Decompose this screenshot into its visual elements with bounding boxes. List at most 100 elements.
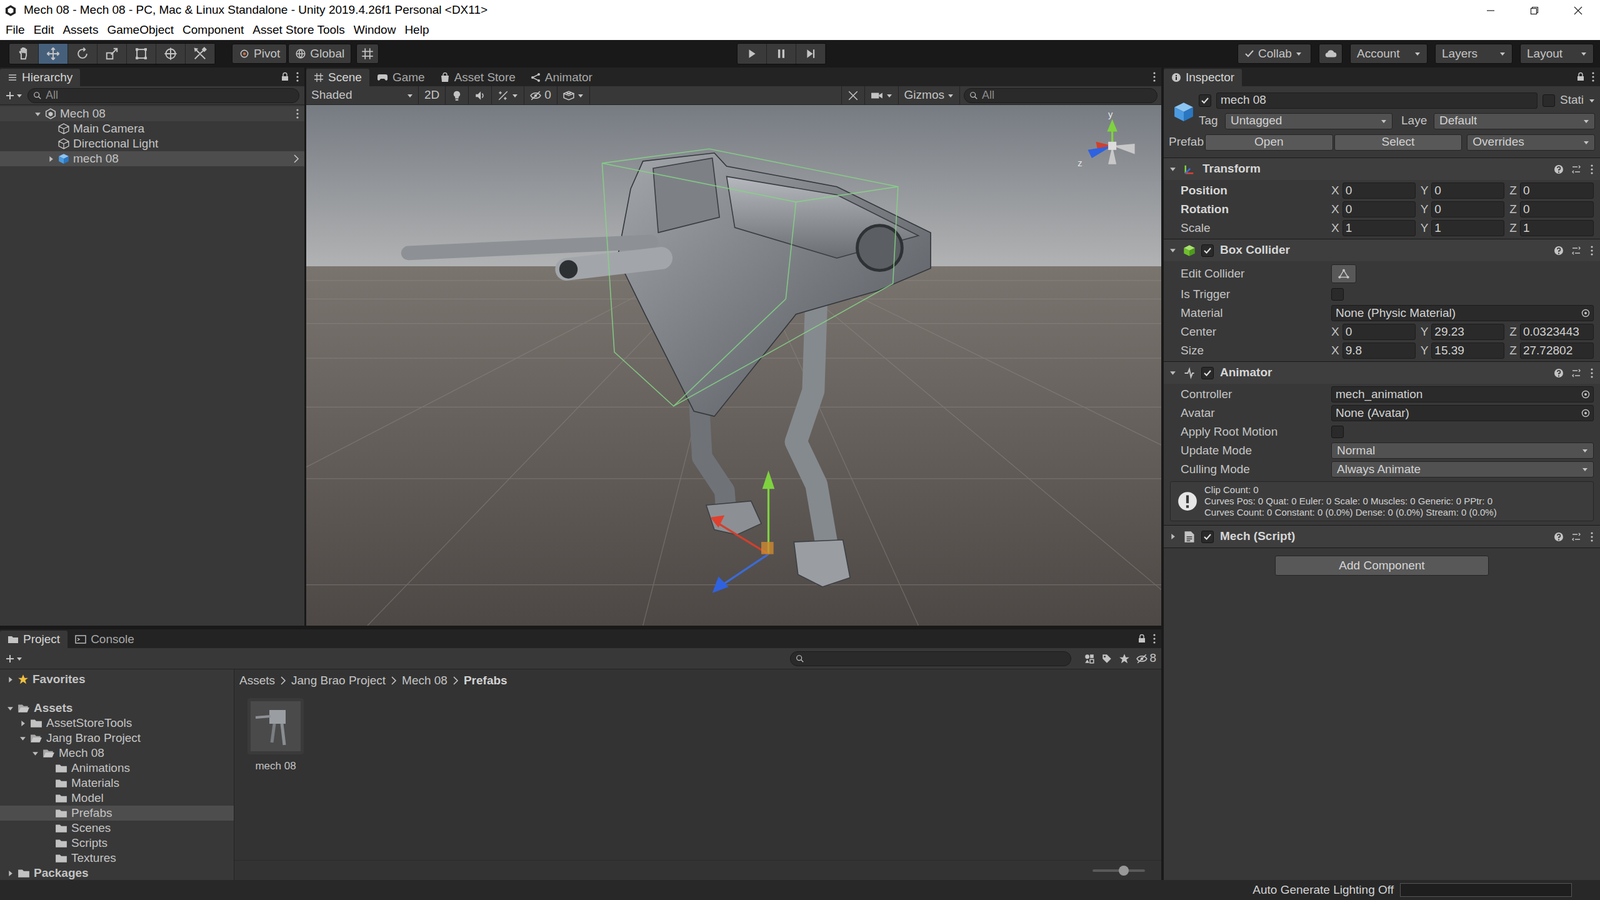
step-button[interactable] (796, 43, 826, 64)
menu-dots-icon[interactable] (1152, 633, 1157, 645)
number-field[interactable]: 27.72802 (1520, 342, 1594, 359)
panel-tab[interactable]: Scene (306, 68, 370, 87)
hidden-packages-toggle[interactable]: 8 (1136, 649, 1157, 668)
project-tree-item[interactable]: Model (0, 790, 234, 806)
number-field[interactable]: 9.8 (1342, 342, 1416, 359)
project-tree-item[interactable]: Favorites (0, 671, 234, 687)
project-search-field[interactable] (790, 651, 1072, 667)
breadcrumb-item[interactable]: Assets (239, 671, 275, 690)
menu-dots-icon[interactable] (295, 71, 300, 83)
expand-toggle[interactable] (5, 703, 15, 714)
number-field[interactable]: 1 (1431, 220, 1505, 237)
expand-toggle[interactable] (32, 108, 43, 119)
preset-icon[interactable] (1571, 245, 1582, 256)
menu-item[interactable]: Asset Store Tools (248, 21, 350, 40)
menu-item[interactable]: Window (349, 21, 401, 40)
component-header[interactable]: Box Collider (1163, 238, 1600, 262)
expand-arrow-icon[interactable] (47, 155, 55, 163)
expand-toggle[interactable] (42, 763, 53, 774)
expand-toggle[interactable] (17, 733, 28, 744)
layer-dropdown[interactable]: Default (1433, 113, 1595, 130)
caret-icon[interactable] (1588, 97, 1595, 104)
menu-item[interactable]: Component (178, 21, 249, 40)
hierarchy-search-field[interactable] (27, 88, 300, 104)
hierarchy-search-input[interactable] (45, 86, 294, 104)
menu-item[interactable]: GameObject (102, 21, 179, 40)
grid-dropdown[interactable] (557, 86, 590, 105)
number-field[interactable]: 0.0323443 (1520, 323, 1594, 340)
scene-view[interactable]: y z (306, 105, 1162, 626)
menu-item[interactable]: Assets (58, 21, 103, 40)
layers-button[interactable]: Layers (1435, 43, 1513, 64)
gizmos-dropdown[interactable]: Gizmos (898, 86, 960, 105)
panel-tab[interactable]: Console (67, 630, 142, 649)
thumbnail-size-slider[interactable] (1092, 869, 1145, 872)
pause-button[interactable] (766, 43, 797, 64)
select-prefab-button[interactable]: Select (1334, 134, 1463, 151)
expand-toggle[interactable] (5, 868, 15, 879)
menu-dots-icon[interactable] (1590, 163, 1594, 175)
audio-toggle[interactable] (468, 86, 492, 105)
edit-collider-button[interactable] (1331, 264, 1357, 284)
create-asset-button[interactable] (5, 653, 23, 664)
object-picker-icon[interactable] (1581, 408, 1590, 418)
component-header[interactable]: Mech (Script) (1163, 525, 1600, 548)
number-field[interactable]: 0 (1342, 201, 1416, 218)
expand-toggle[interactable] (45, 153, 56, 164)
property-dropdown[interactable]: Always Animate (1331, 461, 1594, 478)
expand-arrow-icon[interactable] (6, 705, 14, 712)
hierarchy-item[interactable]: Main Camera (0, 121, 305, 137)
object-picker-icon[interactable] (1581, 390, 1590, 399)
pivot-button[interactable]: Pivot (231, 43, 287, 64)
object-field[interactable]: None (Physic Material) (1331, 305, 1594, 322)
tool-button[interactable] (38, 43, 69, 64)
expand-arrow-icon[interactable] (6, 870, 14, 877)
number-field[interactable]: 0 (1431, 201, 1505, 218)
close-icon[interactable] (1556, 0, 1600, 21)
component-enabled-checkbox[interactable] (1201, 366, 1214, 380)
expand-arrow-icon[interactable] (6, 676, 14, 684)
global-button[interactable]: Global (288, 43, 352, 64)
open-prefab-button[interactable]: Open (1205, 134, 1334, 151)
panel-tab[interactable]: Project (0, 630, 68, 649)
component-header[interactable]: Transform (1163, 157, 1600, 180)
expand-toggle[interactable] (1167, 531, 1178, 542)
hierarchy-item[interactable]: Directional Light (0, 136, 305, 152)
lock-icon[interactable] (1576, 71, 1585, 82)
static-checkbox[interactable] (1542, 94, 1555, 107)
mode-2d-button[interactable]: 2D (418, 86, 446, 105)
panel-tab[interactable]: Game (369, 68, 433, 87)
asset-thumbnail[interactable] (247, 698, 304, 755)
expand-toggle[interactable] (42, 823, 53, 834)
project-tree-item[interactable]: Mech 08 (0, 745, 234, 761)
preset-icon[interactable] (1571, 531, 1582, 542)
number-field[interactable]: 1 (1520, 220, 1594, 237)
number-field[interactable]: 0 (1431, 182, 1505, 199)
project-tree-item[interactable]: Prefabs (0, 805, 234, 821)
help-icon[interactable] (1553, 368, 1564, 379)
expand-arrow-icon[interactable] (34, 110, 42, 118)
shading-dropdown[interactable]: Shaded (306, 86, 419, 105)
project-tree-item[interactable]: Assets (0, 700, 234, 716)
scene-search-field[interactable] (963, 88, 1158, 104)
help-icon[interactable] (1553, 164, 1564, 175)
hidden-objects-toggle[interactable]: 0 (524, 86, 558, 105)
add-component-button[interactable]: Add Component (1275, 555, 1489, 576)
overrides-dropdown[interactable]: Overrides (1466, 134, 1595, 151)
lock-icon[interactable] (1137, 633, 1147, 644)
minimize-icon[interactable] (1468, 0, 1513, 21)
lock-icon[interactable] (280, 71, 290, 82)
object-picker-icon[interactable] (1581, 308, 1590, 318)
collab-button[interactable]: Collab (1237, 43, 1312, 64)
menu-dots-icon[interactable] (1590, 245, 1594, 257)
expand-toggle[interactable] (45, 138, 56, 149)
menu-dots-icon[interactable] (1590, 531, 1594, 543)
expand-toggle[interactable] (42, 838, 53, 849)
slider-knob[interactable] (1118, 865, 1129, 876)
menu-dots-icon[interactable] (1590, 367, 1594, 379)
hierarchy-item[interactable]: mech 08 (0, 151, 305, 167)
property-dropdown[interactable]: Normal (1331, 442, 1594, 459)
tool-button[interactable] (68, 43, 98, 64)
number-field[interactable]: 0 (1520, 182, 1594, 199)
project-tree-item[interactable]: Packages (0, 865, 234, 881)
